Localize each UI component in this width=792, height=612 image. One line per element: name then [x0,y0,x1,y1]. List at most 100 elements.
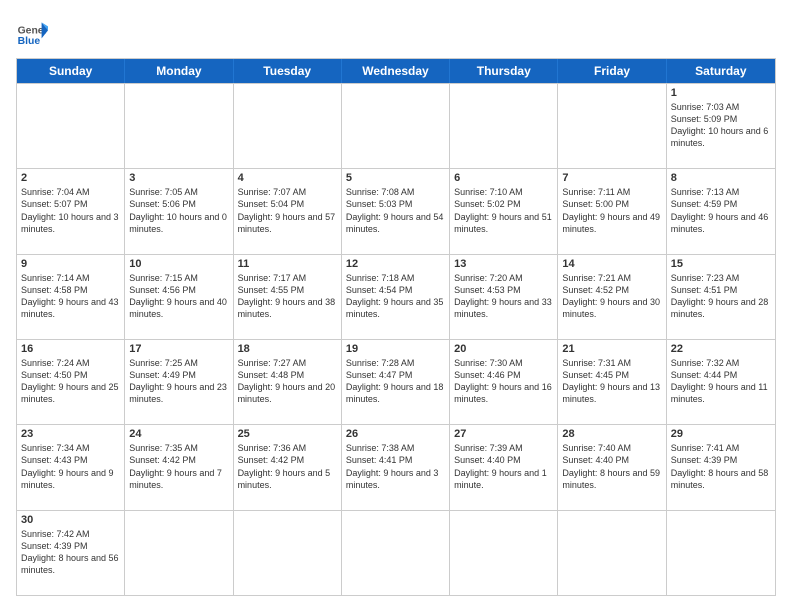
calendar-row-4: 23 Sunrise: 7:34 AM Sunset: 4:43 PM Dayli… [17,424,775,509]
calendar-header: SundayMondayTuesdayWednesdayThursdayFrid… [17,59,775,83]
cell-solar-data: Sunrise: 7:41 AM Sunset: 4:39 PM Dayligh… [671,442,771,491]
day-cell-30: 30 Sunrise: 7:42 AM Sunset: 4:39 PM Dayli… [17,511,125,595]
page-header: General Blue [16,16,776,48]
day-cell-22: 22Sunrise: 7:32 AM Sunset: 4:44 PM Dayli… [667,340,775,424]
cell-solar-data: Sunrise: 7:18 AM Sunset: 4:54 PM Dayligh… [346,272,445,321]
day-cell-4: 4Sunrise: 7:07 AM Sunset: 5:04 PM Daylig… [234,169,342,253]
day-cell-7: 7 Sunrise: 7:11 AM Sunset: 5:00 PM Daylig… [558,169,666,253]
day-number: 29 [671,428,771,440]
logo-icon: General Blue [16,16,48,48]
day-cell-empty-0-5 [558,84,666,168]
day-of-week-thursday: Thursday [450,59,558,83]
day-cell-empty-0-1 [125,84,233,168]
cell-solar-data: Sunrise: 7:38 AM Sunset: 4:41 PM Dayligh… [346,442,445,491]
day-cell-15: 15 Sunrise: 7:23 AM Sunset: 4:51 PM Dayli… [667,255,775,339]
cell-solar-data: Sunrise: 7:42 AM Sunset: 4:39 PM Dayligh… [21,528,120,577]
day-number: 2 [21,172,120,184]
day-number: 13 [454,258,553,270]
cell-solar-data: Sunrise: 7:30 AM Sunset: 4:46 PM Dayligh… [454,357,553,406]
day-cell-23: 23 Sunrise: 7:34 AM Sunset: 4:43 PM Dayli… [17,425,125,509]
cell-solar-data: Sunrise: 7:25 AM Sunset: 4:49 PM Dayligh… [129,357,228,406]
day-number: 9 [21,258,120,270]
day-cell-26: 26Sunrise: 7:38 AM Sunset: 4:41 PM Dayli… [342,425,450,509]
day-cell-17: 17Sunrise: 7:25 AM Sunset: 4:49 PM Dayli… [125,340,233,424]
cell-solar-data: Sunrise: 7:31 AM Sunset: 4:45 PM Dayligh… [562,357,661,406]
day-number: 21 [562,343,661,355]
day-number: 12 [346,258,445,270]
day-of-week-sunday: Sunday [17,59,125,83]
day-cell-6: 6 Sunrise: 7:10 AM Sunset: 5:02 PM Daylig… [450,169,558,253]
day-number: 7 [562,172,661,184]
day-cell-empty-0-2 [234,84,342,168]
day-cell-empty-5-1 [125,511,233,595]
day-cell-29: 29 Sunrise: 7:41 AM Sunset: 4:39 PM Dayli… [667,425,775,509]
day-number: 22 [671,343,771,355]
cell-solar-data: Sunrise: 7:28 AM Sunset: 4:47 PM Dayligh… [346,357,445,406]
day-cell-28: 28 Sunrise: 7:40 AM Sunset: 4:40 PM Dayli… [558,425,666,509]
day-cell-14: 14 Sunrise: 7:21 AM Sunset: 4:52 PM Dayli… [558,255,666,339]
cell-solar-data: Sunrise: 7:07 AM Sunset: 5:04 PM Dayligh… [238,186,337,235]
calendar-row-5: 30 Sunrise: 7:42 AM Sunset: 4:39 PM Dayli… [17,510,775,595]
day-number: 23 [21,428,120,440]
calendar-row-2: 9 Sunrise: 7:14 AM Sunset: 4:58 PM Daylig… [17,254,775,339]
day-cell-empty-5-5 [558,511,666,595]
day-cell-11: 11Sunrise: 7:17 AM Sunset: 4:55 PM Dayli… [234,255,342,339]
day-cell-2: 2Sunrise: 7:04 AM Sunset: 5:07 PM Daylig… [17,169,125,253]
cell-solar-data: Sunrise: 7:27 AM Sunset: 4:48 PM Dayligh… [238,357,337,406]
cell-solar-data: Sunrise: 7:40 AM Sunset: 4:40 PM Dayligh… [562,442,661,491]
day-cell-empty-5-3 [342,511,450,595]
day-cell-3: 3Sunrise: 7:05 AM Sunset: 5:06 PM Daylig… [125,169,233,253]
day-number: 15 [671,258,771,270]
day-of-week-saturday: Saturday [667,59,775,83]
cell-solar-data: Sunrise: 7:34 AM Sunset: 4:43 PM Dayligh… [21,442,120,491]
day-of-week-monday: Monday [125,59,233,83]
day-of-week-friday: Friday [558,59,666,83]
day-number: 20 [454,343,553,355]
cell-solar-data: Sunrise: 7:03 AM Sunset: 5:09 PM Dayligh… [671,101,771,150]
day-cell-12: 12 Sunrise: 7:18 AM Sunset: 4:54 PM Dayli… [342,255,450,339]
day-number: 6 [454,172,553,184]
day-number: 3 [129,172,228,184]
day-number: 24 [129,428,228,440]
day-of-week-tuesday: Tuesday [234,59,342,83]
cell-solar-data: Sunrise: 7:23 AM Sunset: 4:51 PM Dayligh… [671,272,771,321]
day-number: 30 [21,514,120,526]
calendar-row-1: 2Sunrise: 7:04 AM Sunset: 5:07 PM Daylig… [17,168,775,253]
cell-solar-data: Sunrise: 7:24 AM Sunset: 4:50 PM Dayligh… [21,357,120,406]
day-cell-empty-0-4 [450,84,558,168]
day-cell-24: 24Sunrise: 7:35 AM Sunset: 4:42 PM Dayli… [125,425,233,509]
cell-solar-data: Sunrise: 7:10 AM Sunset: 5:02 PM Dayligh… [454,186,553,235]
day-cell-5: 5Sunrise: 7:08 AM Sunset: 5:03 PM Daylig… [342,169,450,253]
cell-solar-data: Sunrise: 7:20 AM Sunset: 4:53 PM Dayligh… [454,272,553,321]
cell-solar-data: Sunrise: 7:17 AM Sunset: 4:55 PM Dayligh… [238,272,337,321]
day-cell-empty-5-6 [667,511,775,595]
day-number: 16 [21,343,120,355]
day-cell-10: 10Sunrise: 7:15 AM Sunset: 4:56 PM Dayli… [125,255,233,339]
day-number: 1 [671,87,771,99]
day-cell-18: 18 Sunrise: 7:27 AM Sunset: 4:48 PM Dayli… [234,340,342,424]
day-number: 5 [346,172,445,184]
cell-solar-data: Sunrise: 7:14 AM Sunset: 4:58 PM Dayligh… [21,272,120,321]
cell-solar-data: Sunrise: 7:11 AM Sunset: 5:00 PM Dayligh… [562,186,661,235]
cell-solar-data: Sunrise: 7:13 AM Sunset: 4:59 PM Dayligh… [671,186,771,235]
day-cell-20: 20 Sunrise: 7:30 AM Sunset: 4:46 PM Dayli… [450,340,558,424]
calendar: SundayMondayTuesdayWednesdayThursdayFrid… [16,58,776,596]
day-number: 18 [238,343,337,355]
day-number: 8 [671,172,771,184]
day-cell-21: 21 Sunrise: 7:31 AM Sunset: 4:45 PM Dayli… [558,340,666,424]
day-cell-empty-0-3 [342,84,450,168]
day-number: 14 [562,258,661,270]
day-cell-empty-5-4 [450,511,558,595]
day-number: 10 [129,258,228,270]
day-number: 25 [238,428,337,440]
day-cell-9: 9 Sunrise: 7:14 AM Sunset: 4:58 PM Daylig… [17,255,125,339]
day-number: 28 [562,428,661,440]
day-of-week-wednesday: Wednesday [342,59,450,83]
svg-text:Blue: Blue [18,36,41,47]
cell-solar-data: Sunrise: 7:39 AM Sunset: 4:40 PM Dayligh… [454,442,553,491]
calendar-body: 1 Sunrise: 7:03 AM Sunset: 5:09 PM Daylig… [17,83,775,595]
cell-solar-data: Sunrise: 7:36 AM Sunset: 4:42 PM Dayligh… [238,442,337,491]
calendar-row-3: 16 Sunrise: 7:24 AM Sunset: 4:50 PM Dayli… [17,339,775,424]
day-cell-13: 13 Sunrise: 7:20 AM Sunset: 4:53 PM Dayli… [450,255,558,339]
cell-solar-data: Sunrise: 7:21 AM Sunset: 4:52 PM Dayligh… [562,272,661,321]
